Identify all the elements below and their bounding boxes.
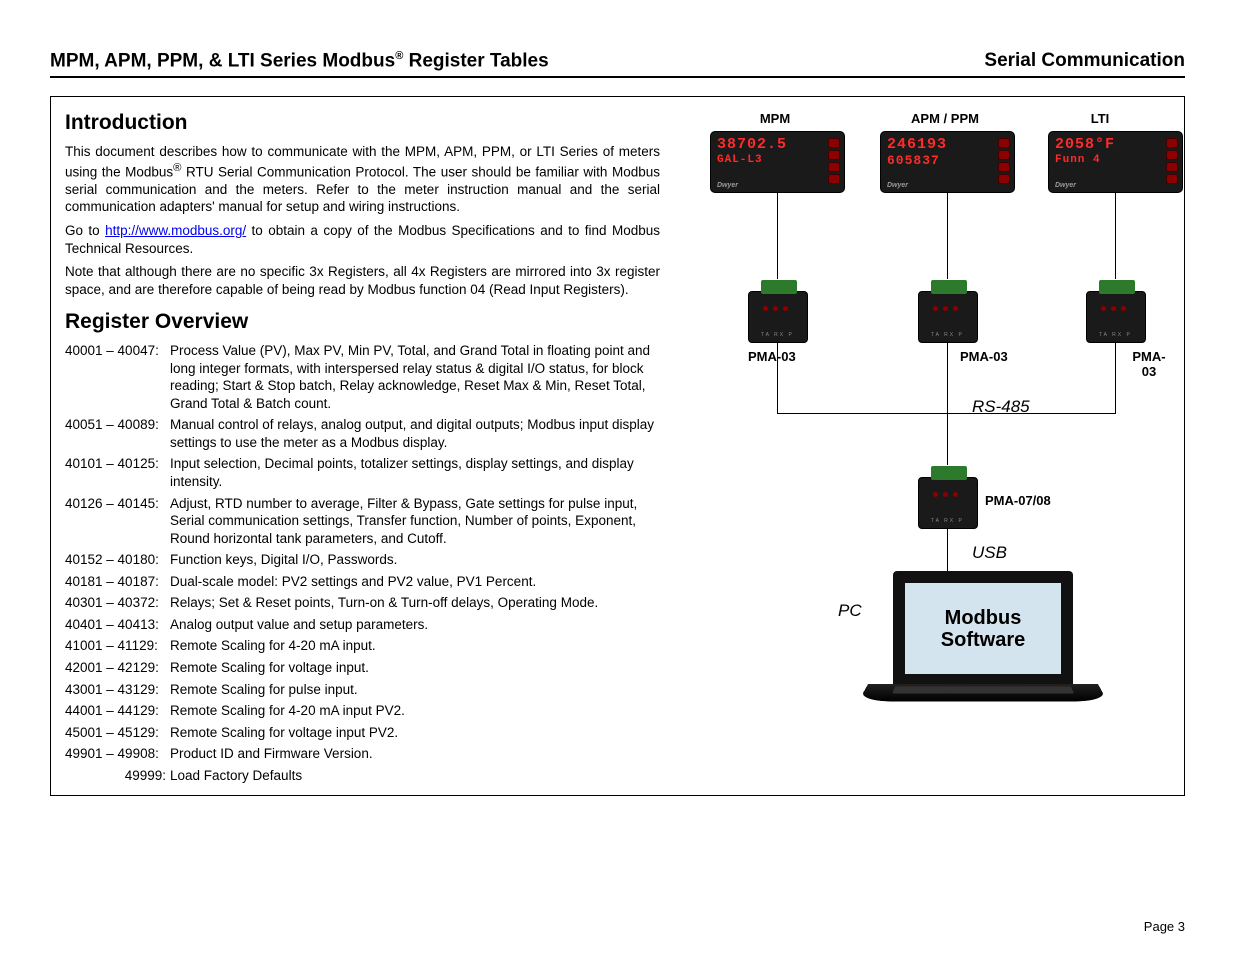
register-description: Input selection, Decimal points, totaliz… <box>170 455 660 490</box>
register-range: 40301 – 40372: <box>65 594 170 612</box>
register-description: Remote Scaling for voltage input. <box>170 659 660 677</box>
register-range: 40401 – 40413: <box>65 616 170 634</box>
register-row: 40001 – 40047:Process Value (PV), Max PV… <box>65 342 660 412</box>
intro-para-1: This document describes how to communica… <box>65 143 660 216</box>
wire <box>947 343 948 413</box>
wire <box>777 343 778 413</box>
label-pc: PC <box>838 601 862 621</box>
label-usb: USB <box>972 543 1007 563</box>
register-row: 43001 – 43129:Remote Scaling for pulse i… <box>65 681 660 699</box>
register-description: Product ID and Firmware Version. <box>170 745 660 763</box>
label-pma03-1: PMA-03 <box>748 349 796 364</box>
adapter-pma0708: TA RX P <box>918 477 978 529</box>
adapter-pma03-2: TA RX P <box>918 291 978 343</box>
register-range: 44001 – 44129: <box>65 702 170 720</box>
register-range: 40152 – 40180: <box>65 551 170 569</box>
section-name: Serial Communication <box>984 50 1185 72</box>
wire <box>1115 193 1116 279</box>
label-pma03-2: PMA-03 <box>960 349 1008 364</box>
laptop-keyboard <box>858 684 1107 701</box>
document-title: MPM, APM, PPM, & LTI Series Modbus® Regi… <box>50 50 549 72</box>
register-description: Process Value (PV), Max PV, Min PV, Tota… <box>170 342 660 412</box>
intro-para-3: Note that although there are no specific… <box>65 263 660 298</box>
register-row: 40301 – 40372:Relays; Set & Reset points… <box>65 594 660 612</box>
label-apm-ppm: APM / PPM <box>900 111 990 126</box>
adapter-pma03-3: TA RX P <box>1086 291 1146 343</box>
register-description: Manual control of relays, analog output,… <box>170 416 660 451</box>
label-pma0708: PMA-07/08 <box>985 493 1051 508</box>
laptop-screen: Modbus Software <box>893 571 1073 686</box>
intro-para-2: Go to http://www.modbus.org/ to obtain a… <box>65 222 660 257</box>
register-description: Dual-scale model: PV2 settings and PV2 v… <box>170 573 660 591</box>
register-row: 40051 – 40089:Manual control of relays, … <box>65 416 660 451</box>
register-row: 40101 – 40125:Input selection, Decimal p… <box>65 455 660 490</box>
register-range: 43001 – 43129: <box>65 681 170 699</box>
register-range: 40126 – 40145: <box>65 495 170 548</box>
title-part-b: Register Tables <box>403 50 548 71</box>
modbus-org-link[interactable]: http://www.modbus.org/ <box>105 223 246 238</box>
register-row: 45001 – 45129:Remote Scaling for voltage… <box>65 724 660 742</box>
adapter-pma03-1: TA RX P <box>748 291 808 343</box>
label-mpm: MPM <box>740 111 810 126</box>
register-range: 40101 – 40125: <box>65 455 170 490</box>
diagram-column: MPM APM / PPM LTI 38702.5 GAL-L3 Dwyer 2… <box>690 111 1170 781</box>
register-row: 41001 – 41129:Remote Scaling for 4-20 mA… <box>65 637 660 655</box>
register-row: 40126 – 40145:Adjust, RTD number to aver… <box>65 495 660 548</box>
meter-mpm: 38702.5 GAL-L3 Dwyer <box>710 131 845 193</box>
register-range: 41001 – 41129: <box>65 637 170 655</box>
header-bar: MPM, APM, PPM, & LTI Series Modbus® Regi… <box>50 50 1185 78</box>
register-range: 42001 – 42129: <box>65 659 170 677</box>
wire <box>947 193 948 279</box>
register-row: 49901 – 49908:Product ID and Firmware Ve… <box>65 745 660 763</box>
main-content-frame: Introduction This document describes how… <box>50 96 1185 796</box>
register-range: 40181 – 40187: <box>65 573 170 591</box>
wire <box>777 193 778 279</box>
register-description: Function keys, Digital I/O, Passwords. <box>170 551 660 569</box>
register-range: 49999: <box>65 767 170 785</box>
register-range: 40051 – 40089: <box>65 416 170 451</box>
wire <box>947 413 948 465</box>
register-range: 49901 – 49908: <box>65 745 170 763</box>
register-description: Remote Scaling for voltage input PV2. <box>170 724 660 742</box>
register-description: Adjust, RTD number to average, Filter & … <box>170 495 660 548</box>
register-row: 49999:Load Factory Defaults <box>65 767 660 785</box>
register-row: 40181 – 40187:Dual-scale model: PV2 sett… <box>65 573 660 591</box>
register-description: Remote Scaling for pulse input. <box>170 681 660 699</box>
introduction-heading: Introduction <box>65 111 660 135</box>
register-range: 40001 – 40047: <box>65 342 170 412</box>
register-range: 45001 – 45129: <box>65 724 170 742</box>
page-number: Page 3 <box>1144 919 1185 934</box>
register-row: 44001 – 44129:Remote Scaling for 4-20 mA… <box>65 702 660 720</box>
label-pma03-3: PMA-03 <box>1128 349 1170 379</box>
register-row: 40152 – 40180:Function keys, Digital I/O… <box>65 551 660 569</box>
register-list: 40001 – 40047:Process Value (PV), Max PV… <box>65 342 660 784</box>
wire <box>1115 343 1116 413</box>
register-description: Remote Scaling for 4-20 mA input PV2. <box>170 702 660 720</box>
left-column: Introduction This document describes how… <box>65 111 660 781</box>
register-description: Remote Scaling for 4-20 mA input. <box>170 637 660 655</box>
register-description: Load Factory Defaults <box>170 767 660 785</box>
screen-text-2: Software <box>941 629 1025 651</box>
meter-apm: 246193 605837 Dwyer <box>880 131 1015 193</box>
label-rs485: RS-485 <box>972 397 1030 417</box>
register-row: 42001 – 42129:Remote Scaling for voltage… <box>65 659 660 677</box>
title-part-a: MPM, APM, PPM, & LTI Series Modbus <box>50 50 395 71</box>
register-row: 40401 – 40413:Analog output value and se… <box>65 616 660 634</box>
register-overview-heading: Register Overview <box>65 310 660 334</box>
register-description: Relays; Set & Reset points, Turn-on & Tu… <box>170 594 660 612</box>
register-description: Analog output value and setup parameters… <box>170 616 660 634</box>
laptop: Modbus Software <box>868 571 1098 712</box>
meter-lti: 2058°F Funn 4 Dwyer <box>1048 131 1183 193</box>
screen-text-1: Modbus <box>945 607 1022 629</box>
label-lti: LTI <box>1070 111 1130 126</box>
system-diagram: MPM APM / PPM LTI 38702.5 GAL-L3 Dwyer 2… <box>690 111 1170 781</box>
